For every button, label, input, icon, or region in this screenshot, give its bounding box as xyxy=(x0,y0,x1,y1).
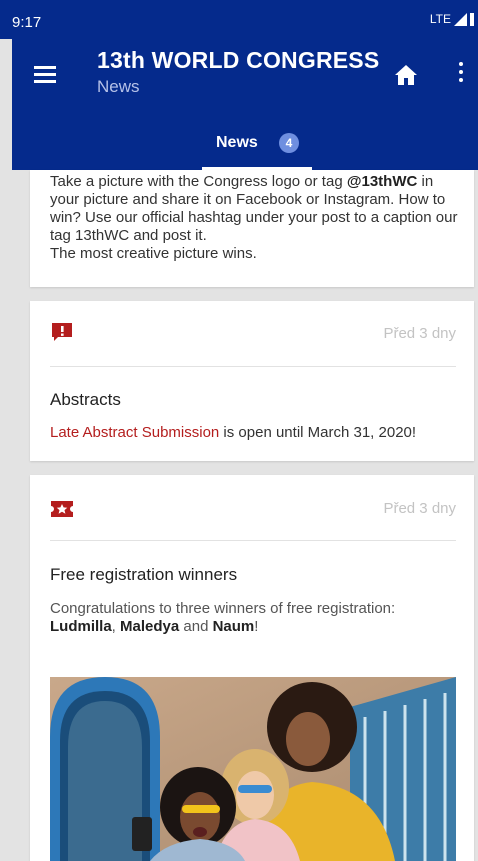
divider xyxy=(50,540,456,541)
card-title: Free registration winners xyxy=(50,565,238,584)
news-card-winners[interactable]: Před 3 dny Free registration winners Con… xyxy=(30,475,474,861)
body-text-part: Take a picture with the Congress logo or… xyxy=(50,173,347,190)
battery-icon xyxy=(470,12,474,26)
tab-news[interactable]: News 4 xyxy=(202,123,312,170)
ticket-star-icon xyxy=(51,501,73,517)
news-card-abstracts[interactable]: Před 3 dny Abstracts Late Abstract Submi… xyxy=(30,301,474,461)
body-text-part: The most creative picture wins. xyxy=(50,245,257,262)
post-time: Před 3 dny xyxy=(383,325,456,342)
post-time: Před 3 dny xyxy=(383,500,456,517)
photo-of-three-smiling-women xyxy=(50,677,456,861)
card-title: Abstracts xyxy=(50,390,121,409)
card-body: Late Abstract Submission is open until M… xyxy=(50,424,458,442)
app-title-block: 13th WORLD CONGRESS News xyxy=(97,47,379,97)
app-subtitle: News xyxy=(97,77,140,96)
body-text-part: ! xyxy=(254,618,259,635)
app-bar: 13th WORLD CONGRESS News News 4 xyxy=(12,39,478,170)
card-body: Take a picture with the Congress logo or… xyxy=(50,173,458,263)
divider xyxy=(50,366,456,367)
app-title: 13th WORLD CONGRESS xyxy=(97,47,380,73)
network-indicator: LTE xyxy=(430,12,474,26)
alert-icon xyxy=(52,323,72,341)
winner-name: Naum xyxy=(212,618,255,635)
tab-news-badge: 4 xyxy=(279,133,299,153)
signal-icon xyxy=(454,12,467,26)
body-text-part: and xyxy=(179,618,213,635)
winner-name: Maledya xyxy=(120,618,180,635)
body-text-part: Congratulations to three winners of free… xyxy=(50,600,396,617)
home-icon[interactable] xyxy=(394,64,418,86)
more-vert-icon[interactable] xyxy=(459,62,465,86)
network-type: LTE xyxy=(429,12,451,26)
tag-mention: @13thWC xyxy=(346,173,418,190)
status-bar: 9:17 LTE xyxy=(0,0,478,39)
tab-news-label: News xyxy=(216,134,258,151)
news-photo[interactable] xyxy=(50,677,456,861)
menu-icon[interactable] xyxy=(34,66,56,84)
late-abstract-link[interactable]: Late Abstract Submission xyxy=(50,424,219,441)
winner-name: Ludmilla xyxy=(50,618,112,635)
news-card-contest[interactable]: Take a picture with the Congress logo or… xyxy=(30,170,474,287)
body-text-part: , xyxy=(111,618,121,635)
card-body: Congratulations to three winners of free… xyxy=(50,600,458,636)
body-text-part: is open until March 31, 2020! xyxy=(219,424,417,441)
status-time: 9:17 xyxy=(12,14,42,31)
